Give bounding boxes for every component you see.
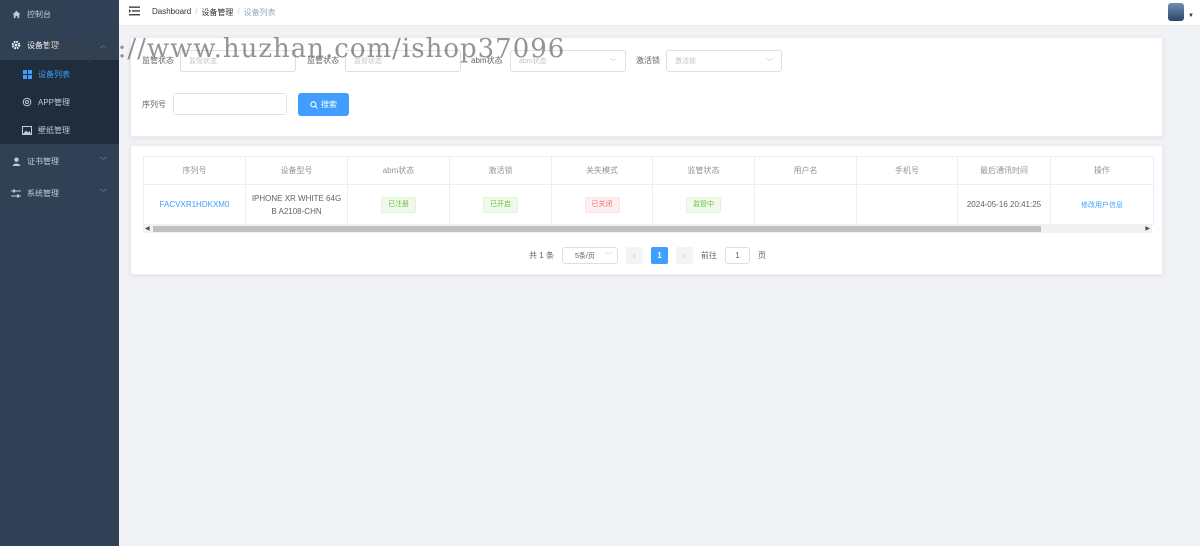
serial-number-label: 序列号 <box>142 100 166 109</box>
sidebar-item-device-list[interactable]: 设备列表 <box>0 60 119 88</box>
sidebar-item-label: 设备列表 <box>38 69 70 79</box>
chevron-down-icon: ﹀ <box>100 158 107 165</box>
sidebar-item-label: 壁纸管理 <box>38 125 70 135</box>
filter-label-2: 监管状态 <box>307 56 339 65</box>
column-header: 用户名 <box>754 156 857 185</box>
page-number-1[interactable]: 1 <box>650 247 668 264</box>
horizontal-scrollbar[interactable]: ◀ ▶ <box>143 225 1152 233</box>
table-header-row: 序列号 设备型号 abm状态 激活锁 关失模式 监管状态 用户名 手机号 最后通… <box>143 156 1154 185</box>
image-icon <box>22 125 32 135</box>
column-header: 操作 <box>1050 156 1154 185</box>
filter-label-1: 监管状态 <box>142 56 174 65</box>
filter-select-1[interactable]: 监管状态 <box>180 50 296 72</box>
search-icon <box>310 100 318 109</box>
filter-panel: 监管状态 监管状态 监管状态 监管状态 abm状态 abm状态 ﹀ 激活锁 激活… <box>130 37 1163 137</box>
filter-select-2-placeholder: 监管状态 <box>354 58 382 65</box>
breadcrumb-separator: / <box>237 7 240 16</box>
chevron-up-icon: ︿ <box>100 42 107 49</box>
gear-icon <box>11 40 21 50</box>
lost-mode-tag: 已关闭 <box>584 196 620 213</box>
column-header: 序列号 <box>143 156 246 185</box>
goto-suffix: 页 <box>757 251 766 260</box>
column-header: 手机号 <box>856 156 958 185</box>
goto-prefix: 前往 <box>700 251 717 260</box>
device-model-line: B A2108-CHN <box>271 206 322 216</box>
search-button[interactable]: 搜索 <box>298 93 349 116</box>
filter-select-2[interactable]: 监管状态 <box>345 50 461 72</box>
filter-select-1-placeholder: 监管状态 <box>189 58 217 65</box>
scroll-right-icon[interactable]: ▶ <box>1145 225 1150 233</box>
grid-icon <box>22 69 32 79</box>
serial-number-link[interactable]: FACVXR1HDKXM0 <box>160 200 230 209</box>
page-size-select[interactable]: 5条/页 ﹀ <box>561 247 618 264</box>
column-header: 设备型号 <box>245 156 348 185</box>
breadcrumb: Dashboard / 设备管理 / 设备列表 <box>152 7 276 18</box>
sliders-icon <box>11 188 21 198</box>
activation-lock-placeholder: 激活锁 <box>675 58 696 65</box>
chevron-down-icon: ﹀ <box>604 253 612 260</box>
sidebar-item-label: 证书管理 <box>27 156 59 166</box>
column-header: 最后通讯时间 <box>957 156 1051 185</box>
username-cell <box>754 184 857 225</box>
search-button-label: 搜索 <box>321 100 337 109</box>
supervision-status-tag: 监管中 <box>686 196 721 213</box>
page-size-value: 5条/页 <box>574 252 595 260</box>
sidebar-item-dashboard[interactable]: 控制台 <box>0 0 119 28</box>
activation-lock-select[interactable]: 激活锁 ﹀ <box>666 50 782 72</box>
breadcrumb-item-dashboard[interactable]: Dashboard <box>152 7 191 18</box>
column-header: 关失模式 <box>551 156 653 185</box>
last-comm-time-cell: 2024-05-16 20:41:25 <box>957 184 1051 225</box>
sidebar-item-label: APP管理 <box>38 97 71 107</box>
app-icon <box>22 97 32 107</box>
home-icon <box>11 9 21 19</box>
pagination-total: 共 1 条 <box>529 251 554 260</box>
phone-cell <box>856 184 958 225</box>
abm-status-label: abm状态 <box>471 56 503 65</box>
hamburger-icon[interactable] <box>129 6 140 16</box>
device-table: 序列号 设备型号 abm状态 激活锁 关失模式 监管状态 用户名 手机号 最后通… <box>143 156 1154 225</box>
column-header: 监管状态 <box>652 156 755 185</box>
activation-lock-label: 激活锁 <box>636 56 660 65</box>
pagination: 共 1 条 5条/页 ﹀ ‹ 1 › 前往 1 页 <box>131 247 1164 264</box>
sidebar-item-wallpaper-management[interactable]: 壁纸管理 <box>0 116 119 144</box>
caret-down-icon[interactable]: ▼ <box>1188 13 1194 19</box>
sidebar: 控制台 设备管理 ︿ 设备列表 APP管理 壁纸管理 证书管理 ﹀ 系统管理 ﹀ <box>0 0 119 546</box>
chevron-down-icon: ﹀ <box>100 190 107 197</box>
scrollbar-thumb[interactable] <box>153 226 1041 232</box>
sidebar-item-label: 设备管理 <box>27 40 59 50</box>
column-header: 激活锁 <box>449 156 552 185</box>
chevron-down-icon: ﹀ <box>610 59 617 66</box>
goto-page-input[interactable]: 1 <box>724 247 750 264</box>
sidebar-item-app-management[interactable]: APP管理 <box>0 88 119 116</box>
abm-status-placeholder: abm状态 <box>519 58 547 65</box>
sidebar-item-label: 系统管理 <box>27 188 59 198</box>
device-model-line: IPHONE XR WHITE 64G <box>251 193 342 203</box>
prev-page-button[interactable]: ‹ <box>625 247 643 264</box>
next-page-button[interactable]: › <box>675 247 693 264</box>
activation-lock-tag: 已开启 <box>483 196 518 213</box>
scroll-left-icon[interactable]: ◀ <box>145 225 150 233</box>
abm-status-tag: 已注册 <box>381 196 416 213</box>
device-table-panel: 序列号 设备型号 abm状态 激活锁 关失模式 监管状态 用户名 手机号 最后通… <box>130 145 1163 275</box>
column-header: abm状态 <box>347 156 450 185</box>
sidebar-item-certificate-management[interactable]: 证书管理 ﹀ <box>0 147 119 175</box>
sidebar-item-system-management[interactable]: 系统管理 ﹀ <box>0 179 119 207</box>
breadcrumb-separator: / <box>195 7 198 16</box>
edit-user-info-link[interactable]: 修改用户信息 <box>1081 202 1123 209</box>
avatar[interactable] <box>1168 3 1184 21</box>
table-row: FACVXR1HDKXM0 IPHONE XR WHITE 64G B A210… <box>143 184 1154 225</box>
breadcrumb-item-current: 设备列表 <box>243 8 276 17</box>
chevron-down-icon: ﹀ <box>766 59 773 66</box>
user-icon <box>11 156 21 166</box>
device-model-cell: IPHONE XR WHITE 64G B A2108-CHN <box>245 184 348 225</box>
abm-status-select[interactable]: abm状态 ﹀ <box>510 50 626 72</box>
sidebar-item-label: 控制台 <box>27 9 51 19</box>
breadcrumb-item-device-management[interactable]: 设备管理 <box>201 7 233 18</box>
sidebar-item-device-management[interactable]: 设备管理 ︿ <box>0 31 119 59</box>
top-navbar: Dashboard / 设备管理 / 设备列表 ▼ <box>119 0 1200 26</box>
serial-number-input[interactable] <box>173 93 287 115</box>
